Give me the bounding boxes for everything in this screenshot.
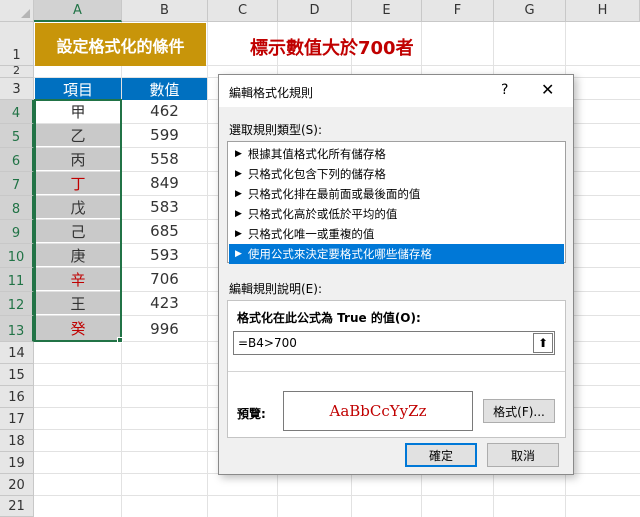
row-header-8[interactable]: 8 — [0, 196, 34, 220]
column-header-d[interactable]: D — [278, 0, 352, 22]
row-header-20[interactable]: 20 — [0, 474, 34, 496]
sheet-title-cell[interactable]: 設定格式化的條件 — [35, 23, 206, 66]
column-header-b[interactable]: B — [122, 0, 208, 22]
dialog-titlebar[interactable]: 編輯格式化規則 ? ✕ — [219, 75, 573, 107]
value-cell[interactable]: 583 — [122, 196, 207, 218]
row-header-12[interactable]: 12 — [0, 292, 34, 316]
value-cell[interactable]: 996 — [122, 316, 207, 341]
row-header-4[interactable]: 4 — [0, 100, 34, 124]
triangle-right-icon: ▶ — [235, 209, 242, 219]
triangle-right-icon: ▶ — [235, 229, 242, 239]
column-header-g[interactable]: G — [494, 0, 566, 22]
item-cell-highlighted[interactable]: 丁 — [35, 172, 121, 194]
item-cell[interactable]: 己 — [35, 220, 121, 242]
formula-input[interactable]: =B4>700 — [233, 331, 555, 355]
rule-type-item[interactable]: ▶ 只格式化排在最前面或最後面的值 — [229, 184, 564, 204]
row-header-1[interactable]: 1 — [0, 22, 34, 66]
edit-formatting-rule-dialog: 編輯格式化規則 ? ✕ 選取規則類型(S): ▶ 根據其值格式化所有儲存格 ▶ 只格… — [218, 74, 574, 475]
row-header-17[interactable]: 17 — [0, 408, 34, 430]
triangle-right-icon: ▶ — [235, 149, 242, 159]
rule-type-item-label: 只格式化包含下列的儲存格 — [247, 167, 386, 181]
column-header-h[interactable]: H — [566, 0, 640, 22]
value-cell[interactable]: 423 — [122, 292, 207, 314]
row-header-19[interactable]: 19 — [0, 452, 34, 474]
row-header-13[interactable]: 13 — [0, 316, 34, 342]
row-header-3[interactable]: 3 — [0, 78, 34, 100]
row-header-10[interactable]: 10 — [0, 244, 34, 268]
dialog-title: 編輯格式化規則 — [229, 86, 314, 100]
format-button[interactable]: 格式(F)... — [483, 399, 555, 423]
collapse-dialog-button[interactable]: ⬆ — [533, 333, 553, 353]
arrow-up-icon: ⬆ — [537, 336, 549, 350]
value-cell[interactable]: 558 — [122, 148, 207, 170]
rule-type-item[interactable]: ▶ 只格式化包含下列的儲存格 — [229, 164, 564, 184]
rule-description-label: 編輯規則說明(E): — [229, 282, 322, 296]
row-header-6[interactable]: 6 — [0, 148, 34, 172]
rule-type-item-label: 只格式化排在最前面或最後面的值 — [247, 187, 421, 201]
value-cell[interactable]: 685 — [122, 220, 207, 242]
column-header-e[interactable]: E — [352, 0, 422, 22]
format-preview-box: AaBbCcYyZz — [283, 391, 473, 431]
rule-type-item-selected[interactable]: ▶ 使用公式來決定要格式化哪些儲存格 — [229, 244, 564, 264]
formula-label: 格式化在此公式為 True 的值(O): — [237, 311, 421, 325]
value-cell[interactable]: 849 — [122, 172, 207, 194]
row-header-11[interactable]: 11 — [0, 268, 34, 292]
value-cell[interactable]: 462 — [122, 100, 207, 122]
column-header-a[interactable]: A — [34, 0, 122, 22]
triangle-right-icon: ▶ — [235, 169, 242, 179]
column-header-c[interactable]: C — [208, 0, 278, 22]
triangle-right-icon: ▶ — [235, 249, 242, 259]
column-header-f[interactable]: F — [422, 0, 494, 22]
sheet-note-text[interactable]: 標示數值大於700者 — [250, 34, 414, 60]
cancel-button[interactable]: 取消 — [487, 443, 559, 467]
rule-type-list: ▶ 根據其值格式化所有儲存格 ▶ 只格式化包含下列的儲存格 ▶ 只格式化排在最前面或最… — [227, 141, 566, 264]
header-cell-item[interactable]: 項目 — [35, 78, 121, 100]
preview-label: 預覽: — [237, 407, 266, 421]
value-cell[interactable]: 599 — [122, 124, 207, 146]
rule-type-label: 選取規則類型(S): — [229, 123, 323, 137]
rule-type-item[interactable]: ▶ 根據其值格式化所有儲存格 — [229, 144, 564, 164]
triangle-right-icon: ▶ — [235, 189, 242, 199]
rule-type-item[interactable]: ▶ 只格式化高於或低於平均的值 — [229, 204, 564, 224]
row-header-16[interactable]: 16 — [0, 386, 34, 408]
ok-button[interactable]: 確定 — [405, 443, 477, 467]
item-cell[interactable]: 戊 — [35, 196, 121, 218]
description-divider — [228, 371, 565, 372]
help-icon[interactable]: ? — [501, 82, 508, 98]
value-cell[interactable]: 593 — [122, 244, 207, 266]
item-cell[interactable]: 王 — [35, 292, 121, 314]
item-cell[interactable]: 乙 — [35, 124, 121, 146]
rule-type-item-label: 使用公式來決定要格式化哪些儲存格 — [247, 247, 432, 261]
fill-handle[interactable] — [117, 337, 123, 343]
rule-type-item-label: 根據其值格式化所有儲存格 — [247, 147, 386, 161]
item-cell[interactable]: 庚 — [35, 244, 121, 266]
select-all-triangle-icon — [21, 9, 30, 18]
row-header-2[interactable]: 2 — [0, 64, 34, 78]
item-cell[interactable]: 丙 — [35, 148, 121, 170]
row-header-18[interactable]: 18 — [0, 430, 34, 452]
row-header-15[interactable]: 15 — [0, 364, 34, 386]
row-header-9[interactable]: 9 — [0, 220, 34, 244]
item-cell[interactable]: 甲 — [35, 100, 121, 122]
row-header-21[interactable]: 21 — [0, 496, 34, 517]
item-cell-highlighted[interactable]: 辛 — [35, 268, 121, 290]
row-header-7[interactable]: 7 — [0, 172, 34, 196]
value-cell[interactable]: 706 — [122, 268, 207, 290]
item-cell-highlighted[interactable]: 癸 — [35, 316, 121, 341]
row-header-5[interactable]: 5 — [0, 124, 34, 148]
rule-type-item-label: 只格式化高於或低於平均的值 — [247, 207, 398, 221]
close-icon[interactable]: ✕ — [541, 80, 554, 99]
header-cell-value[interactable]: 數值 — [122, 78, 207, 100]
select-all-corner[interactable] — [0, 0, 34, 22]
rule-type-item-label: 只格式化唯一或重複的值 — [247, 227, 375, 241]
row-header-14[interactable]: 14 — [0, 342, 34, 364]
rule-type-item[interactable]: ▶ 只格式化唯一或重複的值 — [229, 224, 564, 244]
